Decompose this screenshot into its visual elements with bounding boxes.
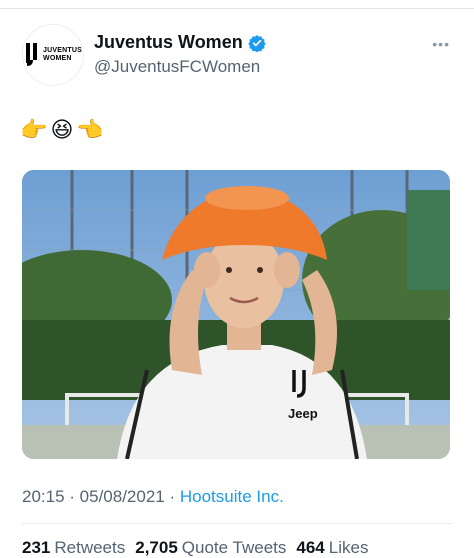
avatar[interactable]: JUVENTUS WOMEN — [22, 24, 84, 86]
stats-divider — [22, 523, 452, 524]
tweet-header: JUVENTUS WOMEN Juventus Women @JuventusF… — [22, 24, 462, 88]
tweet-meta: 20:15 · 05/08/2021 · Hootsuite Inc. — [22, 487, 284, 507]
juventus-logo: JUVENTUS WOMEN — [24, 42, 82, 68]
right-eye — [257, 267, 263, 273]
avatar-text-line2: WOMEN — [43, 55, 72, 62]
tweet-photo[interactable]: Jeep — [22, 170, 450, 459]
quotes-count: 2,705 — [135, 538, 178, 557]
likes-label: Likes — [328, 538, 369, 557]
pointing-right-emoji: 👉 — [20, 117, 48, 142]
left-eye — [226, 267, 232, 273]
retweets-stat[interactable]: 231 Retweets — [22, 538, 125, 558]
author-names: Juventus Women @JuventusFCWomen — [94, 32, 266, 77]
top-divider — [0, 8, 474, 9]
quote-tweets-stat[interactable]: 2,705 Quote Tweets — [135, 538, 286, 558]
sponsor-text: Jeep — [288, 406, 318, 421]
retweets-label: Retweets — [54, 538, 126, 557]
display-name[interactable]: Juventus Women — [94, 32, 243, 53]
left-hand — [194, 252, 220, 288]
quotes-label: Quote Tweets — [181, 538, 287, 557]
verified-badge-icon — [248, 34, 266, 52]
tweet-stats: 231 Retweets 2,705 Quote Tweets 464 Likes — [22, 538, 378, 558]
laughing-face-emoji: 😆 — [50, 117, 74, 142]
pointing-left-emoji: 👈 — [76, 117, 104, 142]
tweet-text: 👉 😆 👈 — [20, 117, 104, 142]
likes-count: 464 — [296, 538, 325, 557]
meta-separator-2: · — [164, 487, 180, 506]
green-building — [407, 190, 450, 290]
tweet-source-link[interactable]: Hootsuite Inc. — [180, 487, 284, 506]
tweet-date[interactable]: 05/08/2021 — [80, 487, 165, 506]
meta-separator: · — [64, 487, 80, 506]
cone-top — [205, 186, 289, 210]
more-options-icon[interactable]: ••• — [432, 36, 450, 52]
juventus-j-icon — [26, 43, 38, 66]
photo-illustration: Jeep — [22, 170, 450, 459]
avatar-text-line1: JUVENTUS — [43, 47, 82, 54]
handle[interactable]: @JuventusFCWomen — [94, 57, 266, 77]
right-hand — [274, 252, 300, 288]
tweet-time[interactable]: 20:15 — [22, 487, 65, 506]
likes-stat[interactable]: 464 Likes — [296, 538, 368, 558]
retweets-count: 231 — [22, 538, 51, 557]
